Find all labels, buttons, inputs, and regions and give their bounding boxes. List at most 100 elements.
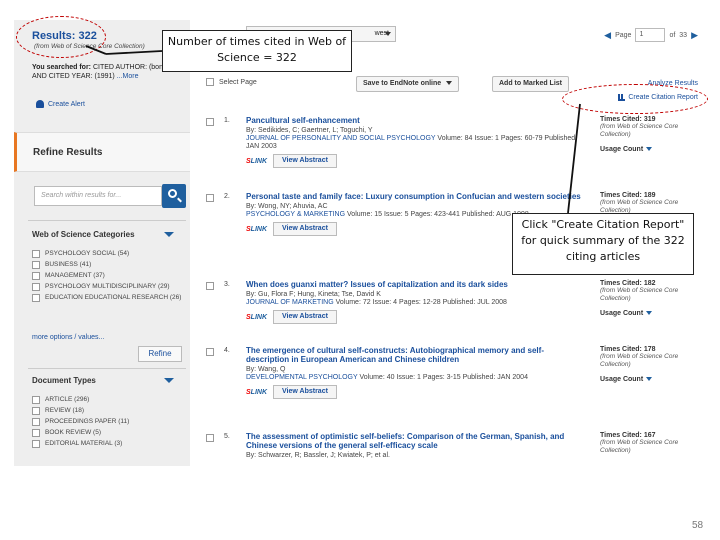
chevron-down-icon: [446, 81, 453, 86]
category-item[interactable]: BUSINESS (41): [32, 261, 182, 269]
checkbox[interactable]: [32, 261, 40, 269]
checkbox[interactable]: [32, 440, 40, 448]
chevron-down-icon: [646, 311, 653, 316]
category-item[interactable]: PSYCHOLOGY MULTIDISCIPLINARY (29): [32, 283, 182, 291]
page-number-input[interactable]: 1: [635, 28, 666, 42]
doctype-item[interactable]: EDITORIAL MATERIAL (3): [32, 440, 182, 448]
categories-heading[interactable]: Web of Science Categories: [32, 230, 135, 239]
usage-count-dropdown[interactable]: Usage Count: [600, 146, 706, 153]
create-alert-label: Create Alert: [48, 100, 85, 108]
record-journal[interactable]: PSYCHOLOGY & MARKETING: [246, 211, 345, 218]
slink-logo[interactable]: SLINK: [246, 226, 267, 233]
doctypes-list: ARTICLE (296) REVIEW (18) PROCEEDINGS PA…: [32, 396, 182, 451]
doctype-item[interactable]: PROCEEDINGS PAPER (11): [32, 418, 182, 426]
checkbox[interactable]: [206, 118, 214, 126]
category-item[interactable]: PSYCHOLOGY SOCIAL (54): [32, 250, 182, 258]
categories-list: PSYCHOLOGY SOCIAL (54) BUSINESS (41) MAN…: [32, 250, 182, 305]
record-authors: By: Schwarzer, R; Bassler, J; Kwiatek, P…: [246, 452, 390, 459]
view-abstract-button[interactable]: View Abstract: [273, 310, 337, 324]
times-cited-source: (from Web of Science Core Collection): [600, 123, 679, 138]
page-of: of: [669, 31, 676, 39]
next-page-icon[interactable]: ▶: [691, 30, 698, 41]
create-alert-link[interactable]: Create Alert: [36, 100, 85, 108]
checkbox[interactable]: [32, 429, 40, 437]
search-summary: You searched for: CITED AUTHOR: (bond mh…: [32, 63, 182, 81]
checkbox[interactable]: [206, 282, 214, 290]
chevron-down-icon[interactable]: [164, 378, 174, 383]
slink-logo[interactable]: SLINK: [246, 158, 267, 165]
record-journal[interactable]: JOURNAL OF PERSONALITY AND SOCIAL PSYCHO…: [246, 135, 435, 142]
save-endnote-button[interactable]: Save to EndNote online: [356, 76, 460, 92]
record-meta: Volume: 40 Issue: 1 Pages: 3-15 Publishe…: [359, 374, 528, 381]
record-journal[interactable]: JOURNAL OF MARKETING: [246, 299, 334, 306]
chevron-down-icon: [646, 147, 653, 152]
search-within-input[interactable]: Search within results for...: [34, 186, 162, 206]
bell-icon: [36, 100, 44, 108]
checkbox[interactable]: [206, 434, 214, 442]
checkbox[interactable]: [32, 283, 40, 291]
divider: [28, 220, 186, 221]
checkbox[interactable]: [32, 396, 40, 404]
record-title[interactable]: When does guanxi matter? Issues of capit…: [246, 280, 586, 289]
slink-logo[interactable]: SLINK: [246, 314, 267, 321]
category-item[interactable]: EDUCATION EDUCATIONAL RESEARCH (26): [32, 294, 182, 302]
checkbox[interactable]: [206, 194, 214, 202]
record-meta: Volume: 72 Issue: 4 Pages: 12-28 Publish…: [335, 299, 507, 306]
view-abstract-button[interactable]: View Abstract: [273, 385, 337, 399]
usage-count-dropdown[interactable]: Usage Count: [600, 376, 706, 383]
checkbox[interactable]: [32, 250, 40, 258]
slide-number: 58: [692, 520, 704, 531]
times-cited[interactable]: Times Cited: 189: [600, 192, 706, 199]
select-page[interactable]: Select Page: [206, 78, 257, 86]
checkbox[interactable]: [206, 78, 214, 86]
refine-button[interactable]: Refine: [138, 346, 182, 362]
divider: [28, 368, 186, 369]
times-cited-source: (from Web of Science Core Collection): [600, 199, 679, 214]
search-icon: [168, 189, 177, 198]
doctype-item[interactable]: REVIEW (18): [32, 407, 182, 415]
record-title[interactable]: The assessment of optimistic self-belief…: [246, 432, 586, 450]
checkbox[interactable]: [32, 407, 40, 415]
chevron-down-icon: [646, 377, 653, 382]
search-within-button[interactable]: [162, 184, 186, 208]
record-authors: By: Wang, Q: [246, 366, 286, 373]
category-item[interactable]: MANAGEMENT (37): [32, 272, 182, 280]
checkbox[interactable]: [32, 418, 40, 426]
citation-report-highlight: [562, 84, 708, 114]
record-journal[interactable]: DEVELOPMENTAL PSYCHOLOGY: [246, 374, 358, 381]
record-number: 3.: [224, 281, 230, 288]
select-page-label: Select Page: [219, 78, 257, 86]
result-record: 1. Pancultural self-enhancement By: Sedi…: [206, 116, 706, 200]
view-abstract-button[interactable]: View Abstract: [273, 154, 337, 168]
record-title[interactable]: Pancultural self-enhancement: [246, 116, 586, 125]
prev-page-icon[interactable]: ◀: [604, 30, 611, 41]
sidebar: Results: 322 (from Web of Science Core C…: [14, 20, 190, 466]
times-cited[interactable]: Times Cited: 182: [600, 280, 706, 287]
checkbox[interactable]: [32, 294, 40, 302]
times-cited[interactable]: Times Cited: 319: [600, 116, 706, 123]
doctype-item[interactable]: ARTICLE (296): [32, 396, 182, 404]
result-record: 4. The emergence of cultural self-constr…: [206, 346, 706, 430]
add-marked-list-button[interactable]: Add to Marked List: [492, 76, 570, 92]
record-authors: By: Sedikides, C; Gaertner, L; Toguchi, …: [246, 127, 373, 134]
usage-count-dropdown[interactable]: Usage Count: [600, 310, 706, 317]
result-record: 5. The assessment of optimistic self-bel…: [206, 432, 706, 466]
more-options-link[interactable]: more options / values...: [32, 334, 104, 341]
doctype-item[interactable]: BOOK REVIEW (5): [32, 429, 182, 437]
record-number: 2.: [224, 193, 230, 200]
times-cited-source: (from Web of Science Core Collection): [600, 439, 679, 454]
record-title[interactable]: The emergence of cultural self-construct…: [246, 346, 586, 364]
refine-results-panel: Refine Results: [14, 132, 190, 172]
record-authors: By: Gu, Flora F; Hung, Kineta; Tse, Davi…: [246, 291, 381, 298]
searched-more-link[interactable]: ...More: [117, 73, 139, 80]
checkbox[interactable]: [206, 348, 214, 356]
view-abstract-button[interactable]: View Abstract: [273, 222, 337, 236]
times-cited[interactable]: Times Cited: 178: [600, 346, 706, 353]
times-cited[interactable]: Times Cited: 167: [600, 432, 706, 439]
chevron-down-icon[interactable]: [164, 232, 174, 237]
slink-logo[interactable]: SLINK: [246, 389, 267, 396]
checkbox[interactable]: [32, 272, 40, 280]
doctypes-heading[interactable]: Document Types: [32, 376, 96, 385]
record-number: 5.: [224, 433, 230, 440]
record-title[interactable]: Personal taste and family face: Luxury c…: [246, 192, 586, 201]
